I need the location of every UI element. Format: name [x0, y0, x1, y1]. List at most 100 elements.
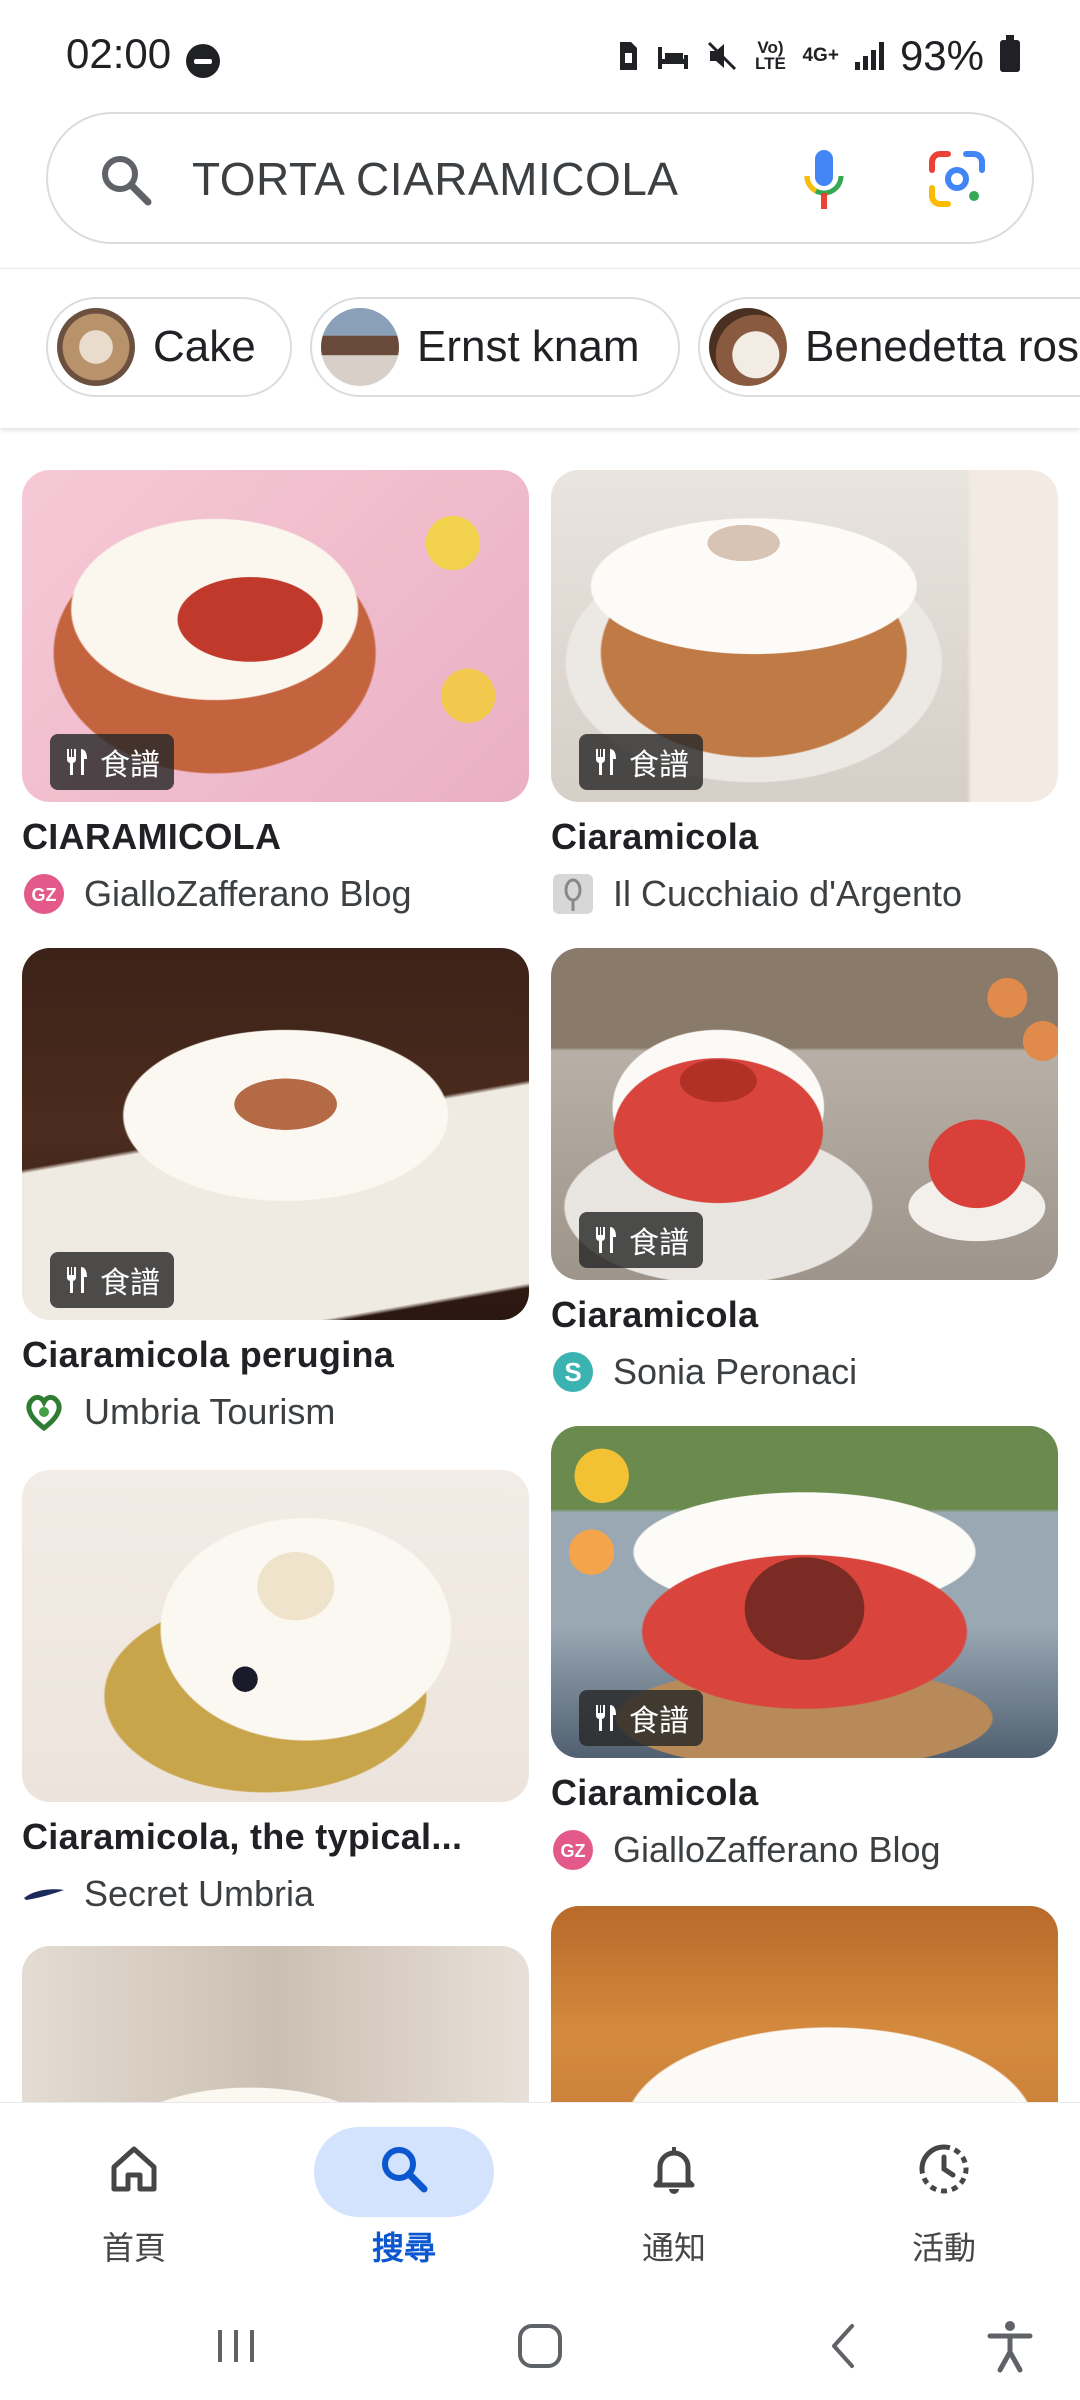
result-card[interactable] [551, 1906, 1058, 2102]
sonia-peronaci-favicon: S [551, 1350, 595, 1394]
accessibility-icon[interactable] [980, 2316, 1040, 2376]
result-source[interactable]: GZ GialloZafferano Blog [551, 1828, 1058, 1872]
result-source[interactable]: Il Cucchiaio d'Argento [551, 872, 1058, 916]
chip-label: Benedetta rossi [805, 322, 1080, 371]
recipe-badge: 食譜 [579, 734, 703, 790]
sleep-mode-icon [658, 47, 689, 69]
giallozafferano-favicon: GZ [551, 1828, 595, 1872]
battery-percent: 93% [899, 32, 984, 79]
search-query[interactable]: TORTA CIARAMICOLA [192, 152, 679, 206]
chip-benedetta-rossi[interactable]: Benedetta rossi [698, 297, 1080, 397]
status-icons: Vo) LTE 4G+ 93% [616, 32, 1020, 79]
home-button-icon[interactable] [510, 2316, 570, 2376]
result-card[interactable]: 食譜 Ciaramicola Il Cucchiaio d'Argento [551, 470, 1058, 916]
clock: 02:00 [66, 30, 172, 77]
utensils-icon [595, 1227, 616, 1253]
recipe-badge-label: 食譜 [629, 749, 689, 782]
nav-home[interactable]: 首頁 [34, 2117, 234, 2277]
result-source[interactable]: GZ GialloZafferano Blog [22, 872, 529, 916]
result-title[interactable]: Ciaramicola perugina [22, 1334, 529, 1376]
result-source-name: Il Cucchiaio d'Argento [613, 873, 963, 914]
volte-label: Vo) LTE [755, 38, 786, 73]
result-source[interactable]: Secret Umbria [22, 1872, 529, 1916]
result-source[interactable]: Umbria Tourism [22, 1390, 529, 1434]
result-title[interactable]: Ciaramicola [551, 1772, 1058, 1814]
recipe-badge-label: 食譜 [100, 1267, 160, 1300]
chip-thumbnail [709, 308, 787, 386]
result-card[interactable]: 食譜 Ciaramicola S Sonia Peronaci [551, 948, 1058, 1394]
result-title[interactable]: Ciaramicola [551, 816, 1058, 858]
home-icon [111, 2146, 157, 2192]
back-icon[interactable] [814, 2316, 874, 2376]
nav-label: 通知 [641, 2230, 706, 2266]
recent-apps-icon[interactable] [206, 2316, 266, 2376]
recipe-badge-label: 食譜 [100, 749, 160, 782]
search-icon [382, 2147, 428, 2193]
nav-search[interactable]: 搜尋 [304, 2117, 504, 2277]
result-card[interactable]: 食譜 Ciaramicola perugina Umbria Tourism [22, 948, 529, 1434]
recipe-badge-label: 食譜 [629, 1705, 689, 1738]
nav-label: 搜尋 [371, 2230, 436, 2266]
umbria-tourism-favicon [22, 1390, 66, 1434]
microphone-icon[interactable] [800, 148, 848, 212]
nav-label: 活動 [911, 2230, 976, 2266]
bottom-navigation: 首頁 搜尋 通知 活動 [0, 2102, 1080, 2288]
utensils-icon [595, 749, 616, 775]
recipe-badge: 食譜 [579, 1212, 703, 1268]
svg-text:S: S [564, 1357, 581, 1387]
result-image[interactable]: 食譜 [22, 948, 529, 1320]
network-label: 4G+ [802, 45, 839, 66]
mute-icon [708, 41, 737, 71]
result-source-name: Secret Umbria [84, 1873, 315, 1914]
result-title[interactable]: Ciaramicola [551, 1294, 1058, 1336]
bell-icon [653, 2147, 695, 2194]
signal-icon [854, 42, 884, 70]
result-image[interactable] [22, 1470, 529, 1802]
recipe-badge-label: 食譜 [629, 1227, 689, 1260]
sim-icon [620, 42, 638, 70]
image-results-grid: 食譜 CIARAMICOLA GZ GialloZafferano Blog 食… [0, 446, 1080, 2102]
result-card[interactable]: Ciaramicola, the typical... Secret Umbri… [22, 1470, 529, 1916]
result-image[interactable]: 食譜 [551, 1426, 1058, 1758]
chip-label: Cake [153, 322, 256, 371]
result-title[interactable]: CIARAMICOLA [22, 816, 529, 858]
utensils-icon [595, 1705, 616, 1731]
google-lens-icon[interactable] [928, 150, 986, 208]
recipe-badge: 食譜 [579, 1690, 703, 1746]
system-navigation-bar [0, 2288, 1080, 2400]
nav-notifications[interactable]: 通知 [574, 2117, 774, 2277]
chip-label: Ernst knam [417, 322, 640, 371]
search-bar[interactable]: TORTA CIARAMICOLA [46, 112, 1034, 244]
chip-ernst-knam[interactable]: Ernst knam [310, 297, 680, 397]
nav-label: 首頁 [101, 2230, 166, 2266]
result-card[interactable]: 食譜 Ciaramicola GZ GialloZafferano Blog [551, 1426, 1058, 1872]
recipe-badge: 食譜 [50, 1252, 174, 1308]
chip-cake[interactable]: Cake [46, 297, 292, 397]
status-bar: 02:00 Vo) LTE 4G+ 93% [0, 0, 1080, 110]
svg-text:GZ: GZ [561, 1841, 586, 1861]
chip-thumbnail [321, 308, 399, 386]
result-card[interactable] [22, 1946, 529, 2102]
result-image[interactable]: 食譜 [22, 470, 529, 802]
svg-text:GZ: GZ [32, 885, 57, 905]
recipe-badge: 食譜 [50, 734, 174, 790]
giallozafferano-favicon: GZ [22, 872, 66, 916]
result-source[interactable]: S Sonia Peronaci [551, 1350, 1058, 1394]
result-image[interactable] [551, 1906, 1058, 2102]
cucchiaio-favicon [551, 872, 595, 916]
result-source-name: Umbria Tourism [84, 1391, 336, 1432]
result-source-name: GialloZafferano Blog [613, 1829, 941, 1870]
nav-activity[interactable]: 活動 [844, 2117, 1044, 2277]
result-source-name: GialloZafferano Blog [84, 873, 412, 914]
result-source-name: Sonia Peronaci [613, 1351, 858, 1392]
result-image[interactable]: 食譜 [551, 470, 1058, 802]
battery-icon [1000, 35, 1020, 72]
utensils-icon [66, 749, 87, 775]
do-not-disturb-icon [186, 44, 220, 78]
result-card[interactable]: 食譜 CIARAMICOLA GZ GialloZafferano Blog [22, 470, 529, 916]
result-title[interactable]: Ciaramicola, the typical... [22, 1816, 529, 1858]
result-image[interactable]: 食譜 [551, 948, 1058, 1280]
utensils-icon [66, 1267, 87, 1293]
related-chips: Cake Ernst knam Benedetta rossi [0, 268, 1080, 428]
result-image[interactable] [22, 1946, 529, 2102]
